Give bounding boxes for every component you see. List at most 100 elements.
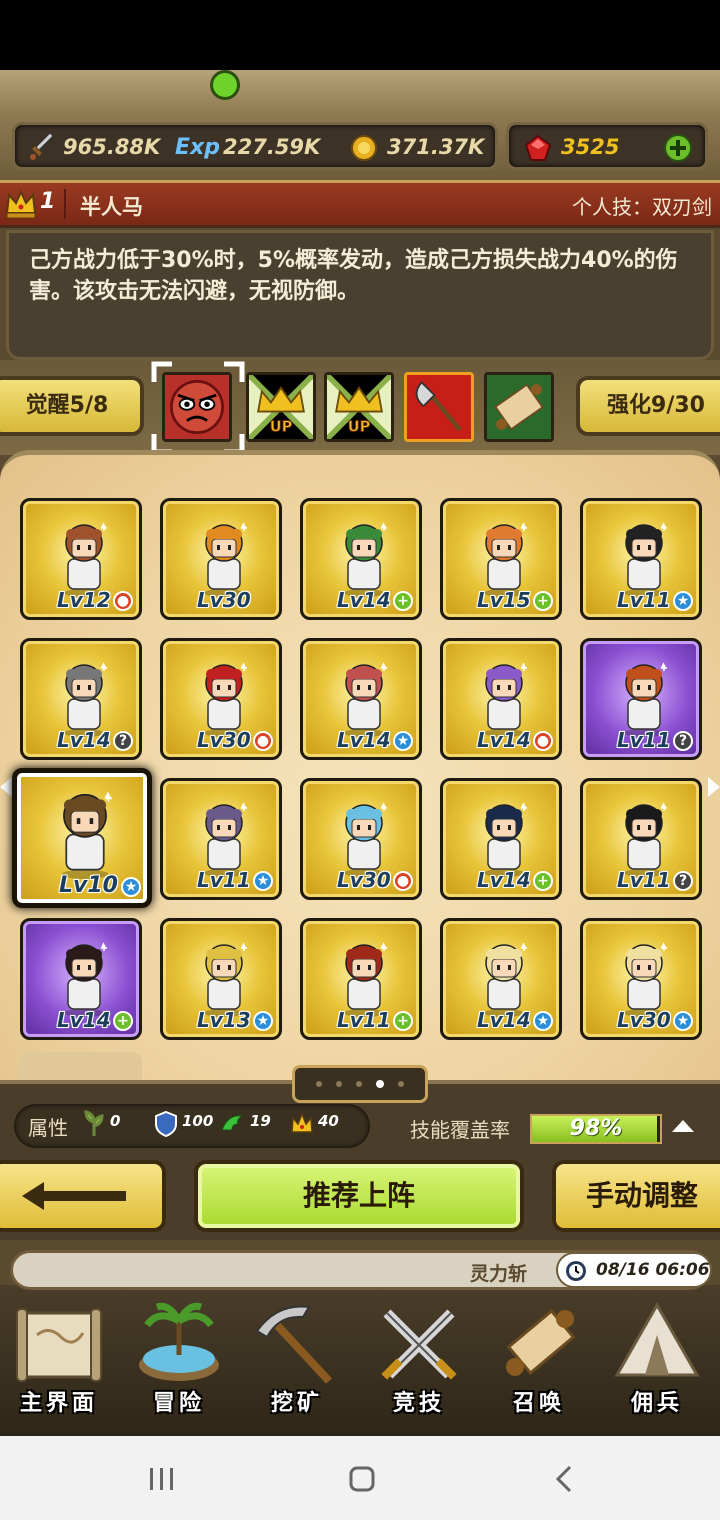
nav-summon[interactable]: 召唤 [480, 1285, 598, 1435]
hero-card[interactable]: Lv11? [580, 778, 702, 900]
hero-card[interactable]: Lv14 + [440, 778, 562, 900]
ability-slot-5[interactable] [484, 372, 554, 442]
fire-badge-icon: ● [113, 591, 133, 611]
recommend-deploy-button[interactable]: 推荐上阵 [194, 1160, 524, 1232]
enhance-button[interactable]: 强化9/30 [576, 376, 720, 436]
island-icon [139, 1302, 219, 1381]
exp-icon: Exp [175, 135, 220, 160]
ability-slot-4[interactable] [404, 372, 474, 442]
ability-slot-3[interactable]: UP [324, 372, 394, 442]
wing-icon [221, 1115, 244, 1131]
resource-pill-main: 965.88K Exp 227.59K 371.37K [12, 122, 498, 170]
star-badge-icon: ★ [533, 1011, 553, 1031]
hero-card[interactable]: Lv14 + [20, 918, 142, 1040]
hero-sprite-icon [204, 662, 247, 737]
star-badge-icon: ★ [673, 1011, 693, 1031]
action-row: 推荐上阵 手动调整 [0, 1150, 720, 1240]
nav-mining[interactable]: 挖矿 [238, 1285, 356, 1435]
time-pill: 08/16 06:06 [556, 1252, 712, 1288]
hero-card[interactable]: Lv11? [580, 638, 702, 760]
recent-apps-icon[interactable] [148, 1466, 176, 1492]
home-icon[interactable] [348, 1465, 376, 1493]
ability-slot-2[interactable]: UP [246, 372, 316, 442]
hero-sprite-icon [204, 802, 247, 877]
hero-card[interactable]: Lv10 ★ [12, 768, 152, 908]
hero-level: Lv30 [337, 868, 391, 892]
crown-icon [5, 189, 37, 219]
hero-sprite-icon [484, 522, 527, 597]
hero-sprite-icon [484, 802, 527, 877]
hero-sprite-icon [64, 662, 107, 737]
hero-sprite-icon [204, 522, 247, 597]
crown-up-icon: UP [247, 373, 315, 441]
hero-card[interactable]: Lv11 + [300, 918, 422, 1040]
hero-card[interactable]: Lv12 ● [20, 498, 142, 620]
back-button[interactable] [0, 1160, 166, 1232]
time-text: 08/16 06:06 [596, 1260, 710, 1280]
hero-card[interactable]: Lv30 ★ [580, 918, 702, 1040]
nav-main[interactable]: 主界面 [0, 1285, 118, 1435]
nav-arena[interactable]: 竞技 [360, 1285, 478, 1435]
map-scroll-icon [16, 1308, 102, 1382]
attribute-label: 属性 [28, 1116, 68, 1140]
hero-card[interactable]: Lv30 ● [160, 638, 282, 760]
crown-icon [291, 1111, 313, 1133]
collapse-arrow[interactable] [672, 1120, 694, 1132]
nav-mercenary[interactable]: 佣兵 [598, 1285, 716, 1435]
hero-card[interactable]: Lv11 ★ [160, 778, 282, 900]
hero-level: Lv13 [197, 1008, 251, 1032]
page-dot[interactable] [336, 1081, 342, 1087]
hero-level: Lv11 [617, 728, 671, 752]
hero-card[interactable]: Lv14 ★ [440, 918, 562, 1040]
hero-sprite-icon [344, 522, 387, 597]
unknown-badge-icon: ? [673, 871, 693, 891]
skill-description-box: 己方战力低于30%时，5%概率发动，造成己方损失战力40%的伤害。该攻击无法闪避… [6, 230, 714, 360]
plus-badge-icon: + [393, 591, 413, 611]
nav-label: 冒险 [152, 1391, 205, 1416]
add-gems-button[interactable] [663, 133, 693, 163]
back-icon[interactable] [552, 1464, 576, 1494]
hero-level: Lv14 [477, 868, 531, 892]
page-dot[interactable] [398, 1081, 404, 1087]
attribute-pill: 属性 0 100 19 40 [14, 1104, 370, 1148]
page-dot[interactable] [316, 1081, 322, 1087]
hero-level: Lv14 [477, 728, 531, 752]
hero-sprite-icon [624, 802, 667, 877]
page-dot[interactable] [356, 1081, 362, 1087]
scroll-left-arrow[interactable] [0, 777, 12, 797]
plus-badge-icon: + [533, 591, 553, 611]
hero-level: Lv11 [337, 1008, 391, 1032]
hero-sprite-icon [204, 942, 247, 1017]
nav-adventure[interactable]: 冒险 [120, 1285, 238, 1435]
coverage-value: 98% [569, 1116, 623, 1141]
hero-card[interactable]: Lv15 + [440, 498, 562, 620]
coverage-label: 技能覆盖率 [410, 1118, 510, 1142]
hero-card[interactable]: Lv11 ★ [580, 498, 702, 620]
hero-name-banner: 1 半人马 个人技：双刃剑 [0, 180, 720, 228]
panel-tab [18, 1052, 142, 1082]
hero-rank: 1 [40, 189, 56, 214]
page-dot-active[interactable] [376, 1080, 384, 1088]
star-badge-icon: ★ [253, 1011, 273, 1031]
attack-value: 965.88K [63, 135, 161, 159]
hero-card[interactable]: Lv14 ● [440, 638, 562, 760]
clock-icon [566, 1261, 586, 1281]
hero-card[interactable]: Lv30 ● [300, 778, 422, 900]
hero-card[interactable]: Lv14 ★ [300, 638, 422, 760]
gem-value: 3525 [561, 135, 620, 159]
hero-sprite-icon [61, 791, 112, 879]
hero-sprite-icon [344, 942, 387, 1017]
plus-badge-icon: + [533, 871, 553, 891]
hero-card[interactable]: Lv14? [20, 638, 142, 760]
hero-card[interactable]: Lv30 [160, 498, 282, 620]
awaken-button[interactable]: 觉醒5/8 [0, 376, 144, 436]
scroll-right-arrow[interactable] [708, 777, 720, 797]
fire-badge-icon: ● [393, 871, 413, 891]
hero-card[interactable]: Lv13 ★ [160, 918, 282, 1040]
manual-adjust-button[interactable]: 手动调整 [552, 1160, 720, 1232]
hero-card[interactable]: Lv14 + [300, 498, 422, 620]
coverage-bar: 98% [530, 1114, 662, 1144]
up-text: UP [270, 419, 293, 436]
unknown-badge-icon: ? [113, 731, 133, 751]
page-indicator [292, 1065, 428, 1103]
